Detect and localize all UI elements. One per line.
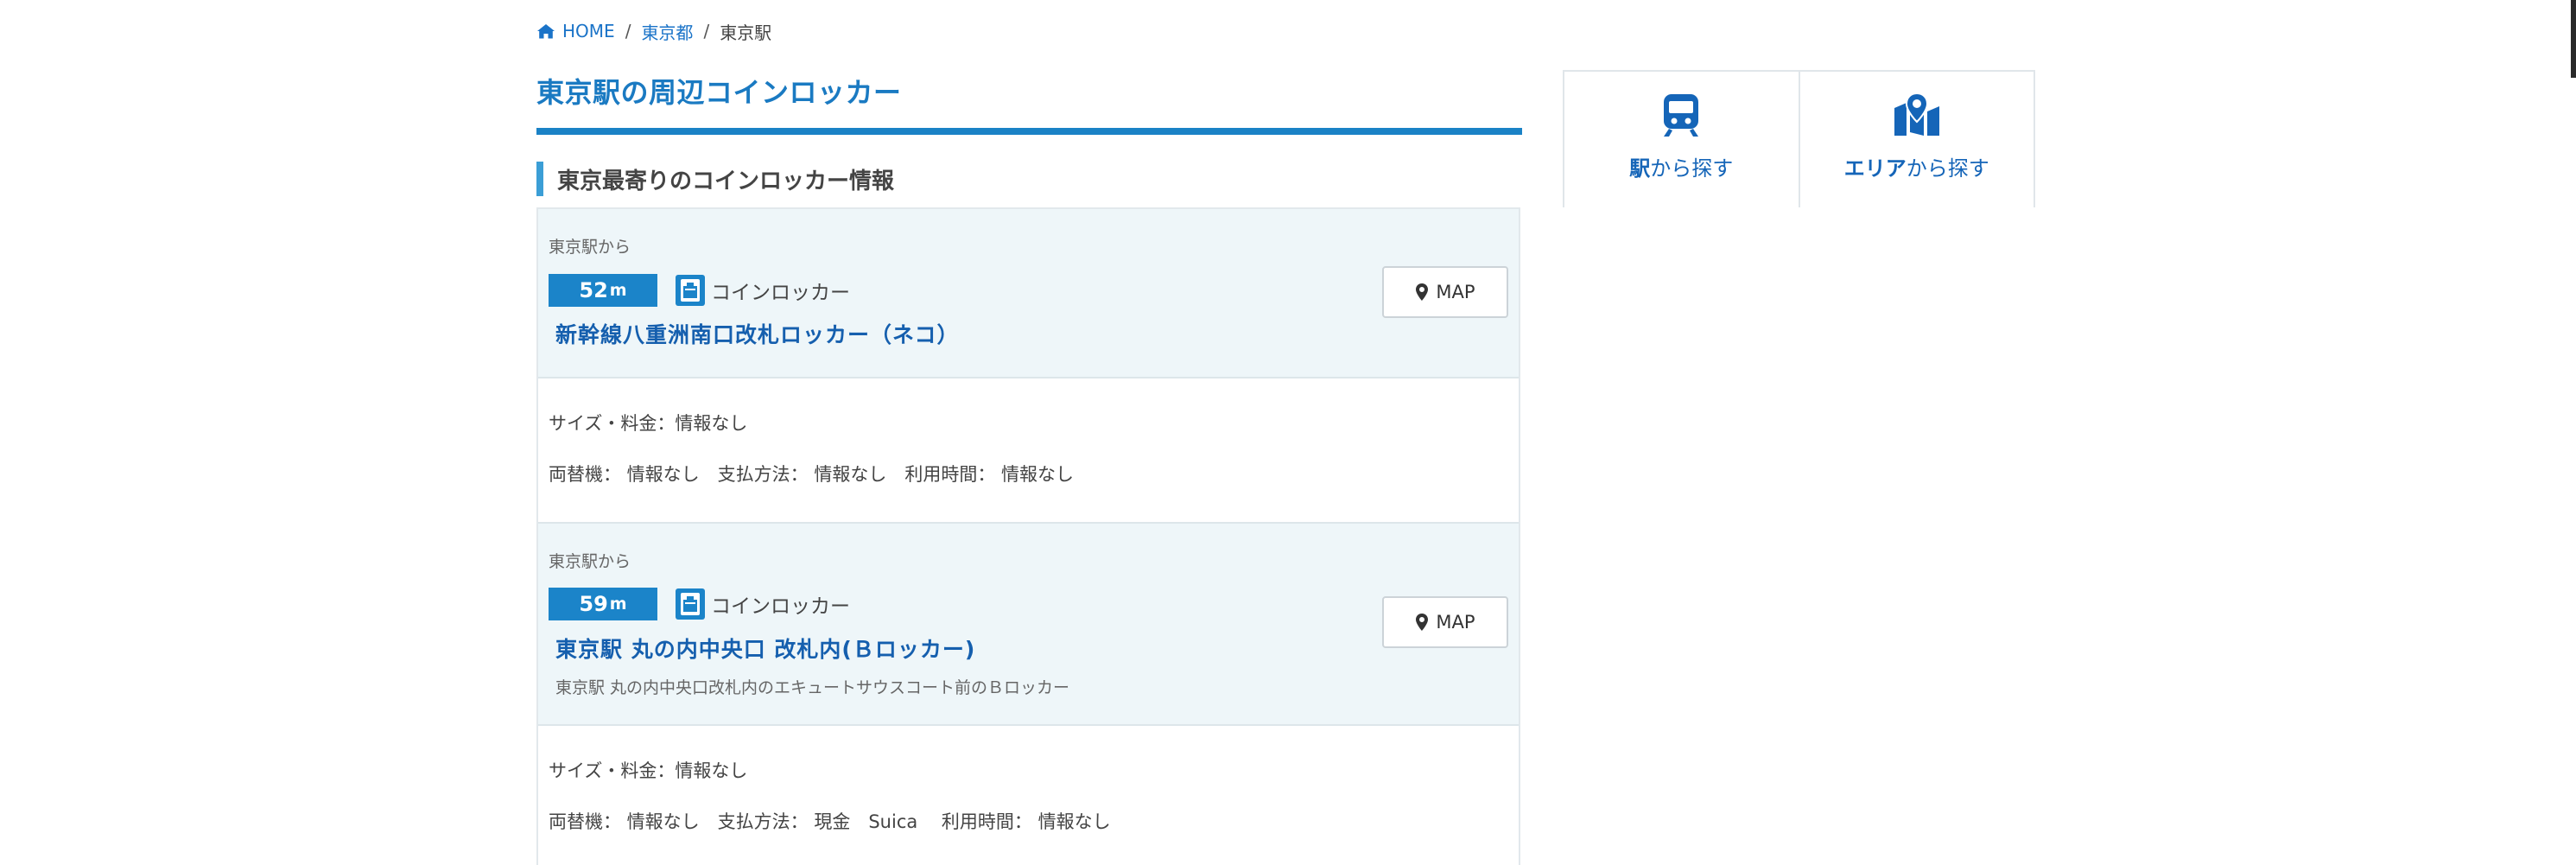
locker-card-body: サイズ・料金：情報なし 両替機： 情報なし 支払方法： 情報なし 利用時間： 情… (538, 378, 1519, 524)
map-button[interactable]: MAP (1382, 596, 1508, 648)
area-map-icon (1894, 92, 1939, 136)
area-prefix: エリア (1843, 156, 1907, 181)
distance-badge: 59 m (549, 588, 657, 620)
locker-icon (676, 275, 705, 306)
map-pin-icon (1416, 283, 1429, 301)
locker-icon (676, 588, 705, 620)
section-heading: 東京最寄りのコインロッカー情報 (536, 162, 894, 196)
from-station-label: 東京駅から (549, 238, 631, 257)
locker-type-label: コインロッカー (711, 282, 850, 304)
size-price-info: サイズ・料金：情報なし (549, 413, 748, 434)
breadcrumb-prefecture-link[interactable]: 東京都 (641, 19, 693, 44)
locker-card-header: 東京駅から 59 m コインロッカー 東京駅 丸の内中央口 改札内(Ｂロッカー) … (538, 524, 1519, 726)
home-icon (537, 24, 555, 39)
breadcrumb: HOME / 東京都 / 東京駅 (536, 19, 771, 43)
distance-badge: 52 m (549, 274, 657, 307)
locker-type-label: コインロッカー (711, 595, 850, 618)
locker-name-link[interactable]: 新幹線八重洲南口改札ロッカー（ネコ） (549, 318, 960, 349)
distance-value: 59 (579, 592, 608, 616)
locker-card-header: 東京駅から 52 m コインロッカー 新幹線八重洲南口改札ロッカー（ネコ） MA… (538, 209, 1519, 378)
distance-unit: m (609, 281, 627, 300)
train-icon (1664, 94, 1699, 137)
size-price-info: サイズ・料金：情報なし (549, 760, 748, 781)
distance-unit: m (609, 595, 627, 614)
locker-details-info: 両替機： 情報なし 支払方法： 現金 Suica 利用時間： 情報なし (549, 811, 1111, 832)
locker-details-info: 両替機： 情報なし 支払方法： 情報なし 利用時間： 情報なし (549, 464, 1075, 485)
map-pin-icon (1416, 614, 1429, 631)
distance-row: 59 m コインロッカー (549, 588, 850, 620)
breadcrumb-current: 東京駅 (720, 22, 772, 43)
area-suffix: から探す (1906, 156, 1989, 181)
search-by-area-tab[interactable]: エリアから探す (1798, 72, 2034, 207)
locker-list: 東京駅から 52 m コインロッカー 新幹線八重洲南口改札ロッカー（ネコ） MA… (536, 207, 1520, 865)
locker-name-link[interactable]: 東京駅 丸の内中央口 改札内(Ｂロッカー) (549, 633, 975, 664)
title-underline (536, 128, 1522, 135)
locker-description: 東京駅 丸の内中央口改札内のエキュートサウスコート前のＢロッカー (555, 678, 1070, 697)
page-title: 東京駅の周辺コインロッカー (536, 76, 902, 109)
search-by-area-label: エリアから探す (1844, 151, 1989, 181)
breadcrumb-separator: / (703, 21, 710, 41)
breadcrumb-separator: / (625, 21, 631, 41)
distance-value: 52 (579, 278, 608, 302)
map-button-label: MAP (1436, 282, 1475, 302)
from-station-label: 東京駅から (549, 552, 631, 571)
locker-card-body: サイズ・料金：情報なし 両替機： 情報なし 支払方法： 現金 Suica 利用時… (538, 726, 1519, 865)
breadcrumb-home-link[interactable]: HOME (536, 21, 615, 41)
map-button[interactable]: MAP (1382, 266, 1508, 318)
distance-row: 52 m コインロッカー (549, 274, 850, 307)
breadcrumb-home-label: HOME (562, 21, 615, 41)
search-nav: 駅から探す エリアから探す (1563, 70, 2035, 207)
page-scrollbar[interactable] (2571, 0, 2576, 78)
station-suffix: から探す (1650, 156, 1734, 181)
search-by-station-tab[interactable]: 駅から探す (1564, 72, 1799, 207)
map-button-label: MAP (1436, 612, 1475, 633)
station-prefix: 駅 (1629, 156, 1651, 181)
search-by-station-label: 駅から探す (1629, 151, 1733, 181)
